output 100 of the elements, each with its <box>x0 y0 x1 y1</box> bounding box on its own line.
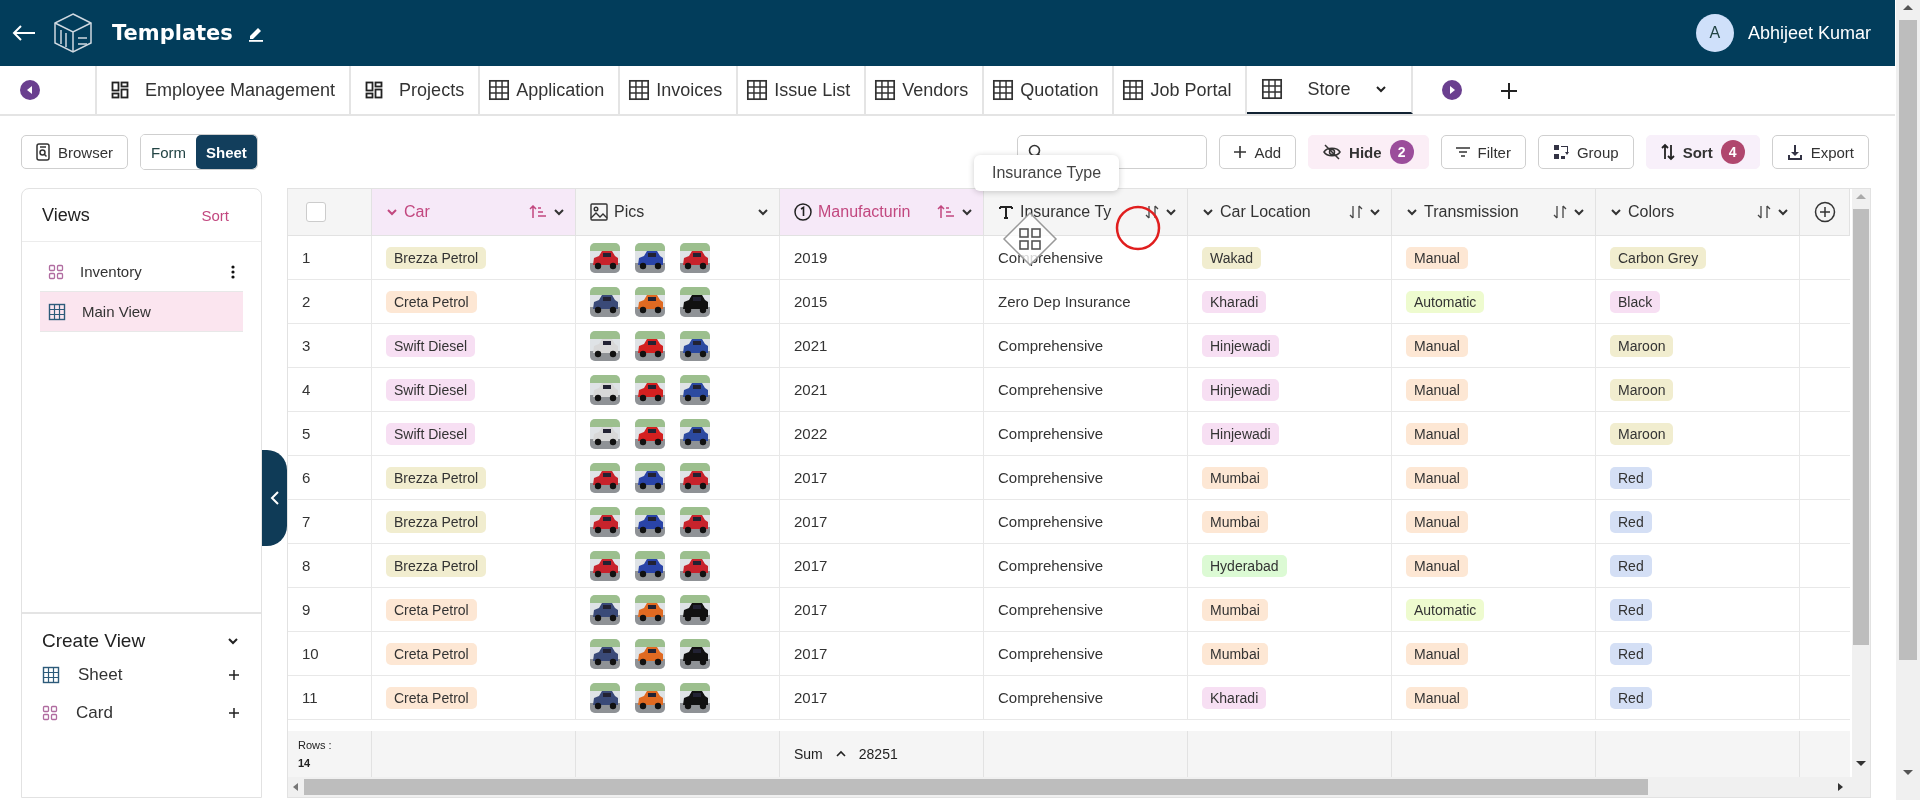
column-header[interactable]: Manufacturin <box>780 189 984 236</box>
add-column-icon[interactable] <box>1813 201 1836 223</box>
group-button[interactable]: Group <box>1537 135 1634 169</box>
tag: Creta Petrol <box>386 686 477 709</box>
scrollbar-thumb[interactable] <box>1853 209 1869 645</box>
export-button[interactable]: Export <box>1771 135 1869 169</box>
tag: Red <box>1610 642 1652 665</box>
row-number: 7 <box>302 513 311 530</box>
caret-icon[interactable] <box>757 206 769 218</box>
add-button[interactable]: Add <box>1219 135 1297 169</box>
tag: Carbon Grey <box>1610 246 1707 269</box>
grid-icon <box>628 79 651 101</box>
tag: Manual <box>1406 246 1468 269</box>
tag: Hinjewadi <box>1202 378 1279 401</box>
chevron-down-icon <box>1374 83 1387 95</box>
document-search-icon <box>36 143 50 161</box>
filter-icon <box>1455 146 1470 158</box>
dashboard-icon <box>365 81 384 99</box>
grid-icon <box>874 79 897 101</box>
create-view-item[interactable]: Sheet <box>42 656 239 694</box>
tag: Hyderabad <box>1202 554 1287 577</box>
sort-icon[interactable] <box>1349 205 1363 219</box>
tag: Red <box>1610 510 1652 533</box>
scroll-left-button[interactable] <box>20 80 40 100</box>
table-cell: 2022 <box>794 425 828 442</box>
tag: Manual <box>1406 378 1468 401</box>
column-header[interactable]: Car <box>372 189 576 236</box>
row-number: 8 <box>302 557 311 574</box>
table-cell: Zero Dep Insurance <box>998 293 1131 310</box>
table-cell: 2015 <box>794 293 828 310</box>
view-mode-toggle[interactable]: Sheet <box>196 135 257 169</box>
plus-icon <box>1234 146 1247 158</box>
sort-icon[interactable] <box>1553 205 1567 219</box>
caret-icon[interactable] <box>1573 206 1585 218</box>
hide-button[interactable]: Hide 2 <box>1308 135 1429 169</box>
caret-icon[interactable] <box>553 206 565 218</box>
caret-icon[interactable] <box>961 206 973 218</box>
chevron-down-icon[interactable] <box>227 635 239 647</box>
caret-up-icon[interactable] <box>834 749 847 759</box>
tag: Creta Petrol <box>386 598 477 621</box>
table-cell: Comprehensive <box>998 689 1104 706</box>
plus-icon[interactable] <box>229 670 239 680</box>
table-cell: 2017 <box>794 689 828 706</box>
column-header[interactable]: Car Location <box>1188 189 1392 236</box>
sort-link[interactable]: Sort <box>195 205 235 225</box>
tag: Creta Petrol <box>386 642 477 665</box>
tag: Creta Petrol <box>386 290 477 313</box>
sort-icon[interactable] <box>1145 205 1159 219</box>
sort-button[interactable]: Sort 4 <box>1645 135 1760 169</box>
sum-label: Sum <box>794 746 823 762</box>
page-scrollbar[interactable] <box>1896 0 1920 800</box>
text-type-icon <box>998 204 1014 220</box>
download-icon <box>1786 144 1803 160</box>
table-cell: 2017 <box>794 513 828 530</box>
scrollbar-thumb[interactable] <box>1899 20 1917 660</box>
sort-icon <box>1660 143 1675 161</box>
tag: Manual <box>1406 334 1468 357</box>
table-cell: 2017 <box>794 469 828 486</box>
user-avatar[interactable]: A <box>1695 14 1734 52</box>
browser-button[interactable]: Browser <box>21 135 128 169</box>
collapse-sidebar-button[interactable] <box>262 450 287 546</box>
tag: Maroon <box>1610 378 1674 401</box>
caret-icon[interactable] <box>1165 206 1177 218</box>
tag: Maroon <box>1610 422 1674 445</box>
caret-icon[interactable] <box>1777 206 1789 218</box>
column-header[interactable]: Transmission <box>1392 189 1596 236</box>
image-icon <box>590 203 608 221</box>
tag: Manual <box>1406 686 1468 709</box>
click-highlight-icon <box>1114 204 1162 252</box>
tag: Manual <box>1406 642 1468 665</box>
grid-icon <box>746 79 769 101</box>
table-cell: Comprehensive <box>998 645 1104 662</box>
create-view-item[interactable]: Card <box>42 694 239 732</box>
tag: Brezza Petrol <box>386 554 487 577</box>
table-cell: 2017 <box>794 557 828 574</box>
row-number: 2 <box>302 293 311 310</box>
tag: Mumbai <box>1202 510 1268 533</box>
view-item[interactable]: Main View <box>40 292 243 332</box>
tab[interactable]: Store <box>1247 66 1413 114</box>
more-icon[interactable] <box>231 264 235 279</box>
views-heading: Views <box>42 204 90 226</box>
table-cell: 2021 <box>794 337 828 354</box>
caret-icon[interactable] <box>1369 206 1381 218</box>
sort-ascending-icon[interactable] <box>529 205 547 219</box>
tooltip: Insurance Type <box>974 155 1120 191</box>
column-header[interactable]: Colors <box>1596 189 1800 236</box>
table-cell: 2021 <box>794 381 828 398</box>
row-number: 3 <box>302 337 311 354</box>
filter-button[interactable]: Filter <box>1440 135 1526 169</box>
column-header[interactable]: Pics <box>576 189 780 236</box>
sort-icon[interactable] <box>1757 205 1771 219</box>
scrollbar-thumb[interactable] <box>304 779 1648 795</box>
sum-value: 28251 <box>858 746 898 762</box>
scroll-right-button[interactable] <box>1441 80 1462 100</box>
user-name: Abhijeet Kumar <box>1747 22 1871 44</box>
tag: Manual <box>1406 554 1468 577</box>
plus-icon[interactable] <box>229 708 239 718</box>
tag: Brezza Petrol <box>386 466 487 489</box>
select-all-checkbox[interactable] <box>306 202 326 222</box>
sort-ascending-icon[interactable] <box>937 205 955 219</box>
